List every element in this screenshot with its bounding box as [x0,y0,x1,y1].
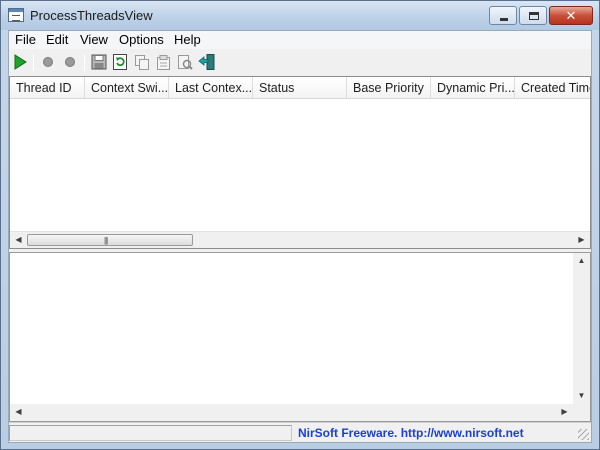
scroll-right-arrow[interactable]: ▶ [573,232,590,248]
exit-button[interactable] [198,53,216,71]
column-header-last-context[interactable]: Last Contex... [169,77,253,98]
title-bar[interactable]: ProcessThreadsView ✕ [1,1,599,30]
resume-thread-icon [65,57,75,67]
properties-icon [157,55,170,70]
column-header-dynamic-priority[interactable]: Dynamic Pri... [431,77,515,98]
play-button[interactable] [11,53,29,71]
details-scroll-right-arrow[interactable]: ▶ [556,404,573,420]
app-icon[interactable] [8,8,24,22]
play-icon [14,54,27,70]
column-header-context-switches[interactable]: Context Swi... [85,77,169,98]
nirsoft-link[interactable]: NirSoft Freeware. http://www.nirsoft.net [298,426,524,440]
menu-bar: File Edit View Options Help [9,31,591,49]
suspend-thread-button[interactable] [39,53,57,71]
scroll-left-arrow[interactable]: ◀ [10,232,27,248]
html-report-icon [178,55,193,70]
caption-buttons: ✕ [487,6,593,25]
menu-help[interactable]: Help [171,32,204,47]
horizontal-scroll-thumb[interactable]: ||| [27,234,193,246]
menu-options[interactable]: Options [116,32,167,47]
scroll-down-arrow[interactable]: ▼ [573,388,590,404]
maximize-button[interactable] [519,6,547,25]
column-header-row: Thread ID Context Swi... Last Contex... … [10,77,590,99]
save-icon [91,54,107,70]
html-report-button[interactable] [176,53,194,71]
copy-button[interactable] [133,53,151,71]
exit-icon [198,54,215,70]
column-header-base-priority[interactable]: Base Priority [347,77,431,98]
menu-file[interactable]: File [12,32,39,47]
toolbar [9,49,591,76]
minimize-icon [500,18,508,21]
details-horizontal-scrollbar[interactable]: ◀ ▶ [10,404,573,421]
column-header-thread-id[interactable]: Thread ID [10,77,85,98]
grip-icon: ||| [104,236,108,245]
minimize-button[interactable] [489,6,517,25]
thread-list[interactable]: Thread ID Context Swi... Last Contex... … [9,76,591,249]
horizontal-scrollbar[interactable]: ◀ ||| ▶ [10,231,590,248]
refresh-icon [113,54,127,70]
maximize-icon [529,12,539,20]
main-window: ProcessThreadsView ✕ File Edit View Opti… [0,0,600,450]
close-icon: ✕ [565,8,577,23]
client-area: File Edit View Options Help Thread ID Co… [8,30,592,443]
resize-grip-icon[interactable] [578,429,589,440]
close-button[interactable]: ✕ [549,6,593,25]
thread-details-panel[interactable]: ▲ ▼ ◀ ▶ [9,252,591,422]
vertical-scrollbar[interactable]: ▲ ▼ [573,253,590,421]
window-title: ProcessThreadsView [30,8,153,23]
resume-thread-button[interactable] [61,53,79,71]
refresh-button[interactable] [111,53,129,71]
scroll-up-arrow[interactable]: ▲ [573,253,590,269]
menu-edit[interactable]: Edit [43,32,71,47]
column-header-status[interactable]: Status [253,77,347,98]
toolbar-separator [84,54,85,71]
details-scroll-left-arrow[interactable]: ◀ [10,404,27,420]
copy-icon [135,55,149,70]
suspend-thread-icon [43,57,53,67]
status-cell [9,425,292,441]
toolbar-separator [33,54,34,71]
save-button[interactable] [90,53,108,71]
properties-button[interactable] [154,53,172,71]
column-header-created-time[interactable]: Created Time [515,77,590,98]
menu-view[interactable]: View [77,32,111,47]
status-bar: NirSoft Freeware. http://www.nirsoft.net [9,422,591,442]
